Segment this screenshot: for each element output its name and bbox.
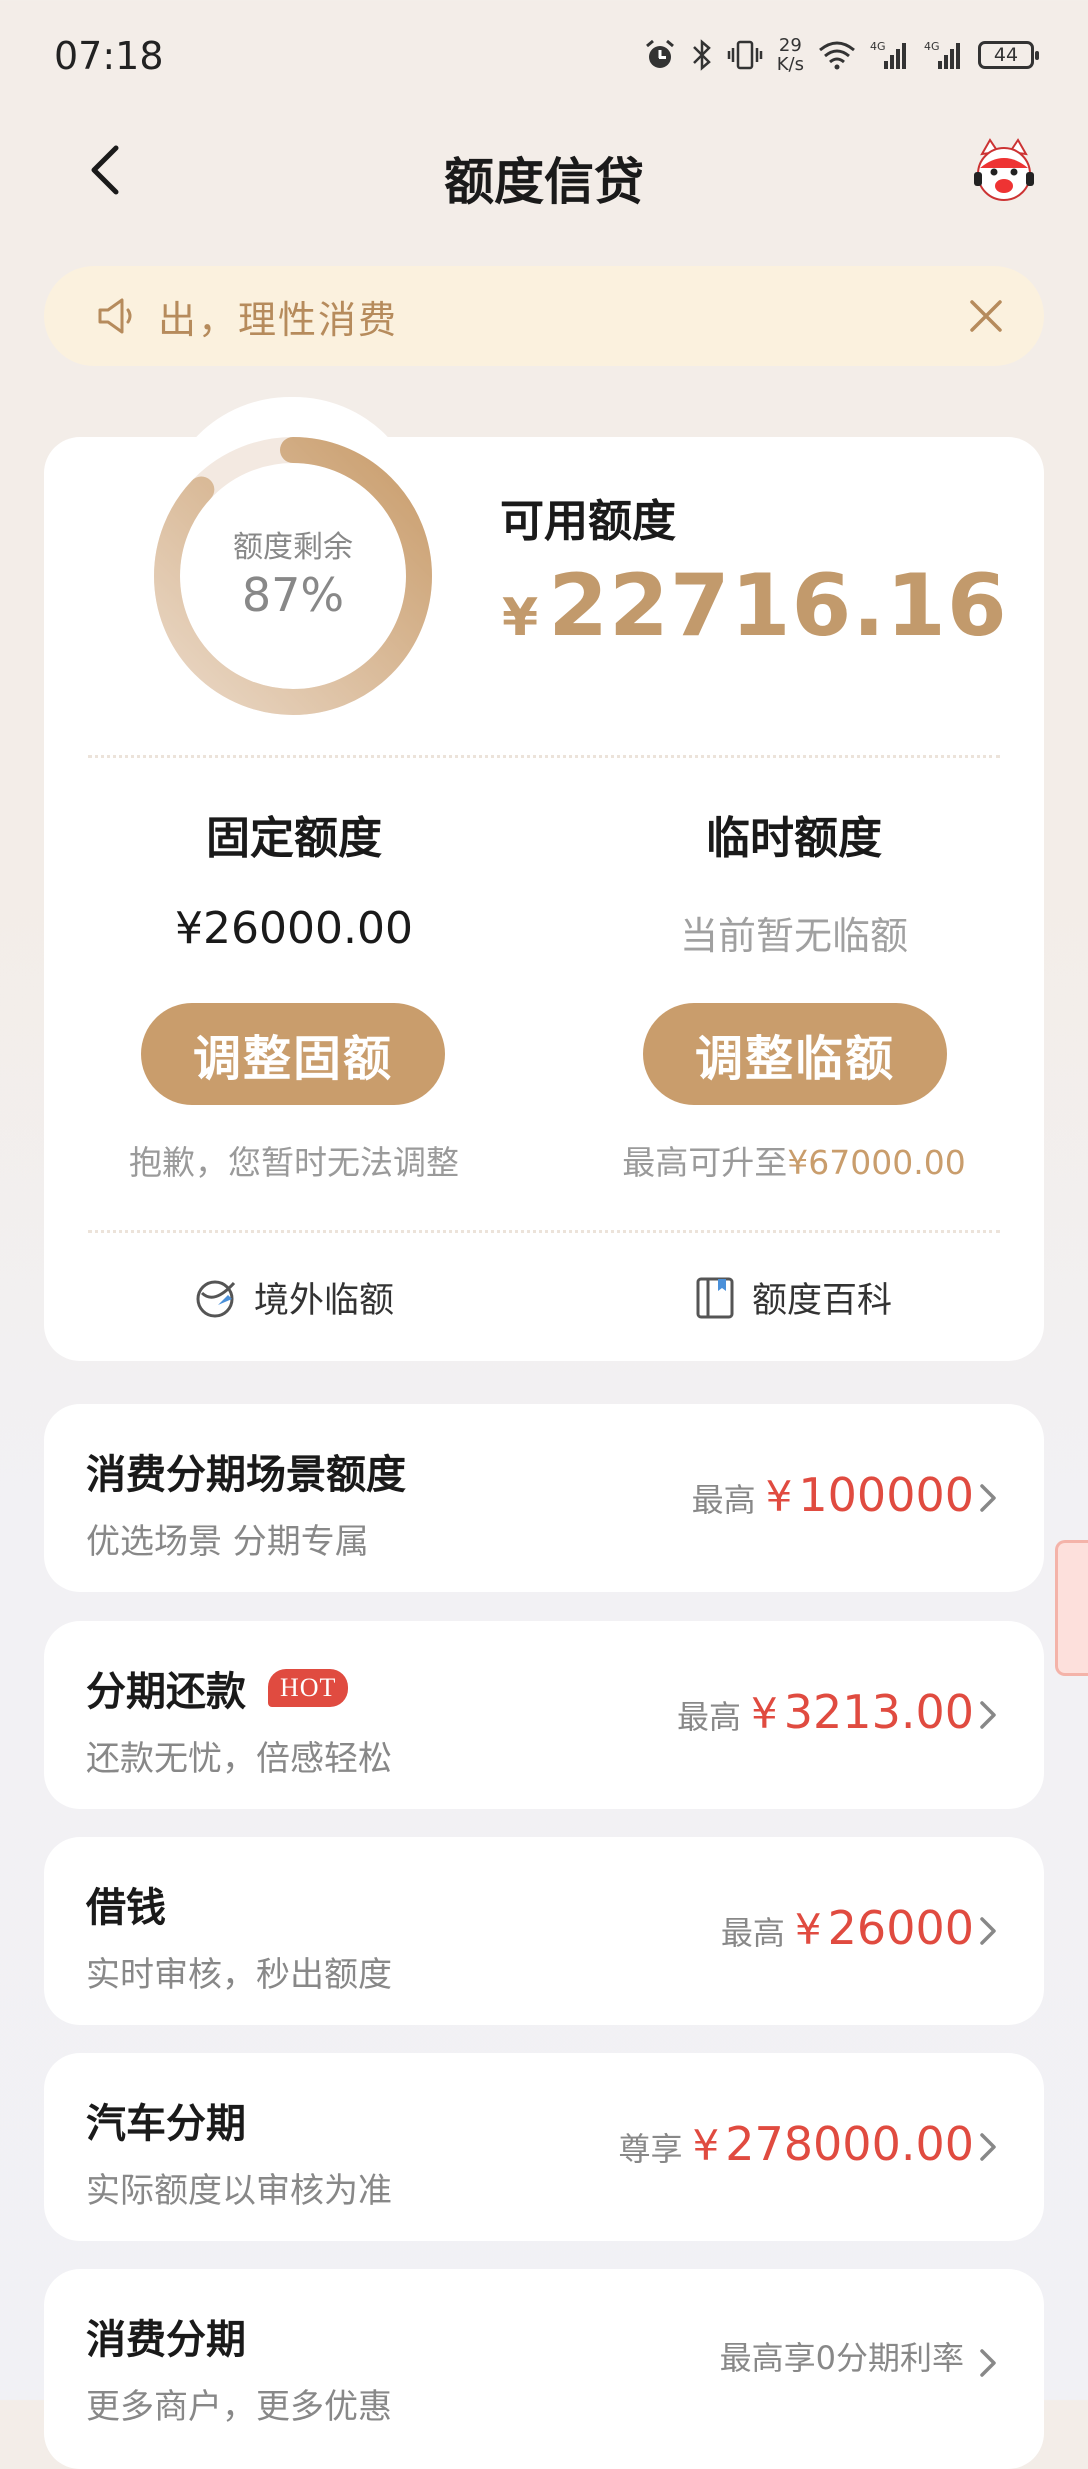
chevron-right-icon: [980, 1917, 996, 1945]
temp-credit-title: 临时额度: [706, 813, 882, 864]
chevron-right-icon: [980, 2133, 996, 2161]
product-amount: 最高 ¥3213.00: [677, 1685, 974, 1739]
product-subtitle: 更多商户，更多优惠: [86, 2387, 392, 2427]
product-subtitle: 实时审核，秒出额度: [86, 1955, 392, 1995]
overseas-temp-credit-label: 境外临额: [254, 1281, 395, 1321]
signal-2-icon: 4G: [924, 39, 964, 71]
overseas-temp-credit-link[interactable]: 境外临额: [194, 1272, 394, 1323]
hot-badge: HOT: [268, 1669, 349, 1707]
product-title: 消费分期: [86, 2317, 246, 2363]
product-title: 汽车分期: [86, 2101, 246, 2147]
customer-service-button[interactable]: [968, 136, 1040, 208]
wifi-icon: [818, 40, 856, 70]
product-amount: 最高 ¥100000: [691, 1468, 974, 1522]
svg-text:4G: 4G: [870, 40, 886, 53]
mascot-service-icon: [974, 138, 1034, 201]
product-title: 消费分期场景额度: [86, 1452, 406, 1498]
temp-credit-value: 当前暂无临额: [679, 914, 908, 958]
notice-text: 出，理性消费: [158, 297, 399, 342]
fixed-credit-value: ¥26000.00: [175, 903, 413, 954]
product-row-installment-repay[interactable]: 分期还款 HOT 还款无忧，倍感轻松 最高 ¥3213.00: [44, 1621, 1044, 1809]
nav-bar: 额度信贷: [0, 118, 1088, 228]
product-row-installment-scene[interactable]: 消费分期场景额度 优选场景 分期专属 最高 ¥100000: [44, 1404, 1044, 1592]
product-subtitle: 优选场景 分期专属: [86, 1522, 369, 1562]
adjust-temp-button[interactable]: 调整临额: [643, 1003, 947, 1105]
floating-promo-tab[interactable]: [1055, 1540, 1088, 1676]
fixed-credit-title: 固定额度: [206, 813, 382, 864]
status-icons: 29 K/s 4G 4G 44: [643, 30, 1039, 80]
product-title: 分期还款 HOT: [86, 1659, 349, 1717]
credit-encyclopedia-label: 额度百科: [752, 1281, 893, 1321]
bluetooth-icon: [691, 38, 713, 72]
divider: [88, 1230, 1000, 1233]
globe-plane-icon: [196, 1280, 236, 1317]
credit-encyclopedia-link[interactable]: 额度百科: [694, 1272, 892, 1323]
temp-credit-note: 最高可升至¥67000.00: [622, 1143, 966, 1182]
chevron-right-icon: [980, 2349, 996, 2377]
product-title: 借钱: [86, 1885, 166, 1931]
product-amount: 最高享0分期利率: [719, 2339, 964, 2377]
ring-label: 额度剩余: [233, 530, 353, 565]
product-row-car-installment[interactable]: 汽车分期 实际额度以审核为准 尊享 ¥278000.00: [44, 2053, 1044, 2241]
notice-banner[interactable]: 出，理性消费: [44, 266, 1044, 366]
vibrate-icon: [727, 38, 763, 72]
product-amount: 尊享 ¥278000.00: [618, 2117, 974, 2171]
fixed-credit-note: 抱歉，您暂时无法调整: [129, 1143, 459, 1182]
page-title: 额度信贷: [444, 153, 644, 211]
svg-text:4G: 4G: [924, 40, 940, 53]
speaker-icon: [98, 298, 132, 334]
product-subtitle: 实际额度以审核为准: [86, 2171, 392, 2211]
chevron-right-icon: [980, 1484, 996, 1512]
close-icon[interactable]: [964, 294, 1008, 338]
product-amount: 最高 ¥26000: [720, 1901, 974, 1955]
available-credit-amount: ¥22716.16: [502, 556, 1008, 656]
available-credit-label: 可用额度: [500, 496, 676, 547]
book-icon: [696, 1277, 734, 1318]
ring-percent: 87%: [241, 568, 345, 622]
product-row-consumer-installment[interactable]: 消费分期 更多商户，更多优惠 最高享0分期利率: [44, 2269, 1044, 2469]
status-time: 07:18: [54, 34, 164, 78]
adjust-fixed-button[interactable]: 调整固额: [141, 1003, 445, 1105]
product-row-borrow[interactable]: 借钱 实时审核，秒出额度 最高 ¥26000: [44, 1837, 1044, 2025]
divider: [88, 755, 1000, 758]
alarm-icon: [643, 38, 677, 72]
network-speed: 29 K/s: [776, 35, 804, 75]
signal-1-icon: 4G: [870, 39, 910, 71]
chevron-right-icon: [980, 1701, 996, 1729]
product-subtitle: 还款无忧，倍感轻松: [86, 1739, 392, 1779]
battery-indicator: 44: [978, 41, 1039, 69]
status-bar: 07:18 29 K/s 4G 4G 44: [0, 0, 1088, 110]
